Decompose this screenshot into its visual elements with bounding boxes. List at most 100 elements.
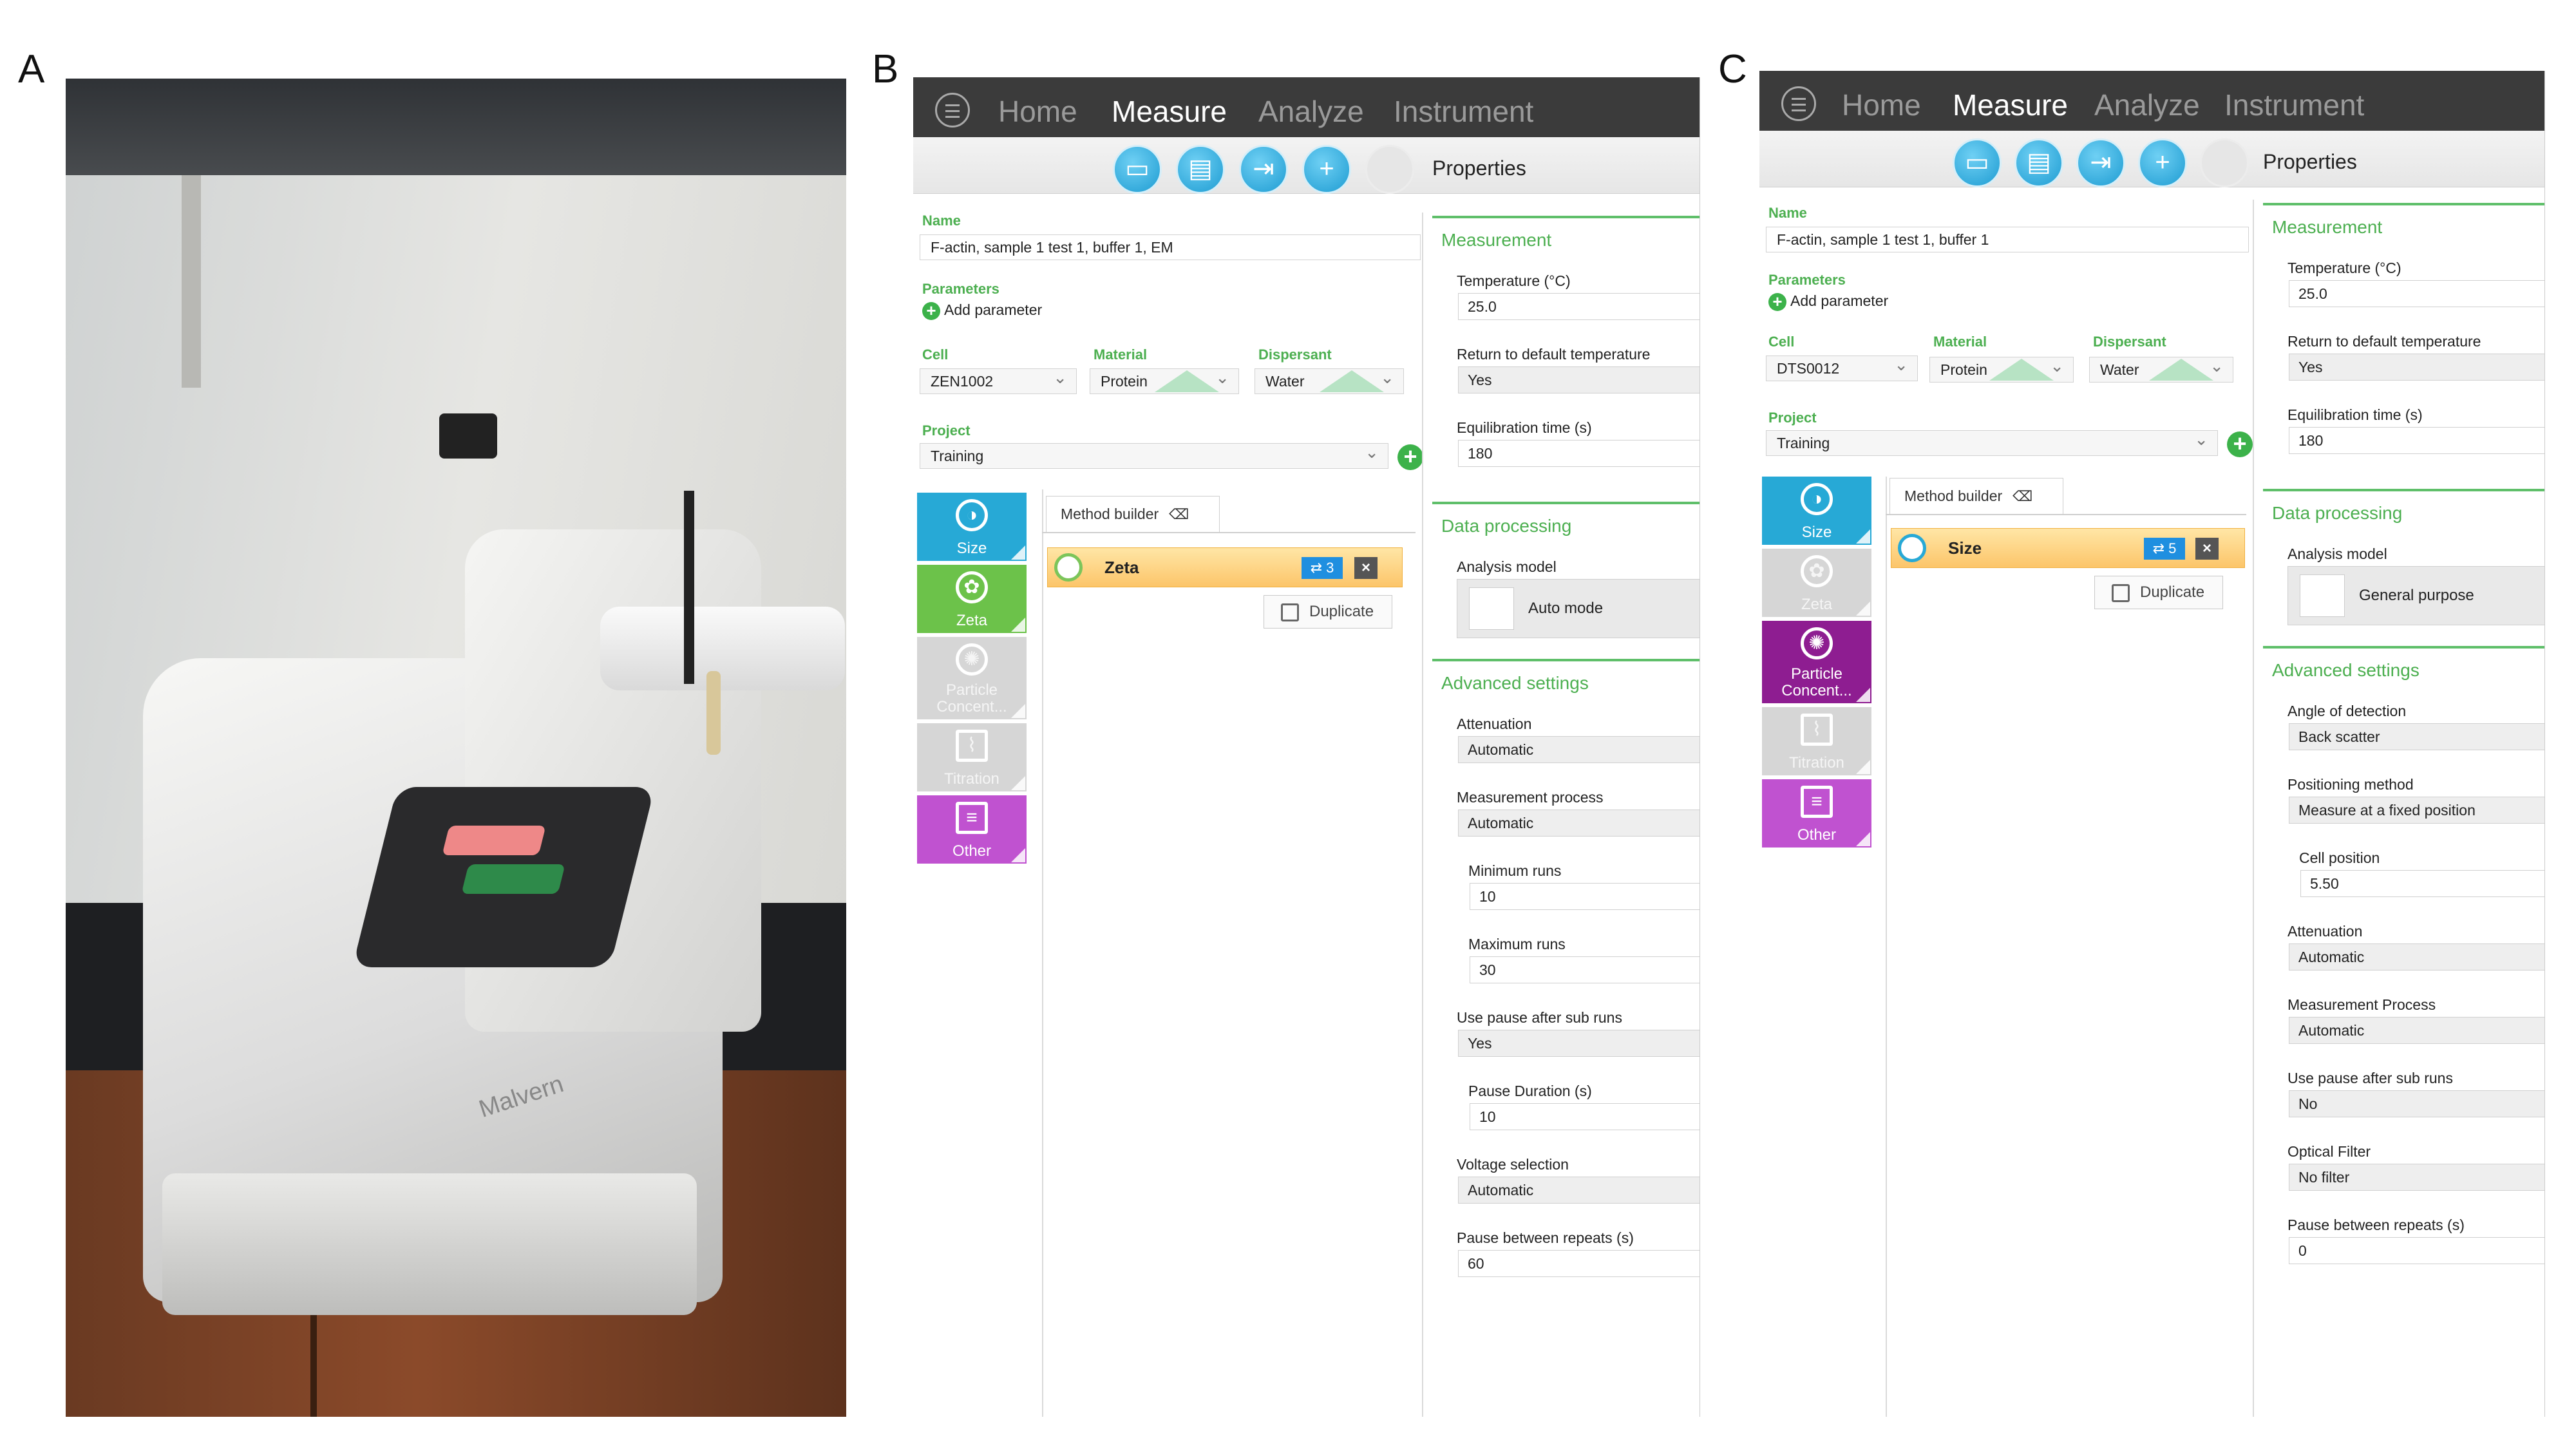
- nav-measure[interactable]: Measure: [1112, 94, 1227, 129]
- export-icon[interactable]: ⇥: [1239, 145, 1288, 194]
- measurement-2-field[interactable]: 180: [2289, 427, 2544, 454]
- hamburger-menu-icon[interactable]: [935, 93, 970, 128]
- save-icon[interactable]: ▤: [2014, 138, 2063, 187]
- nav-home[interactable]: Home: [998, 94, 1077, 129]
- tile-particle-concent[interactable]: ✺ Particle Concent...: [1762, 621, 1871, 703]
- advanced-settings-section-header: Advanced settings: [2263, 646, 2544, 681]
- tile-zeta[interactable]: ✿ Zeta: [917, 565, 1027, 633]
- advanced-2-field[interactable]: 5.50: [2300, 870, 2544, 897]
- method-item-zeta[interactable]: Zeta ⇄ 3 ×: [1047, 547, 1403, 587]
- play-icon[interactable]: [2200, 138, 2249, 187]
- nav-instrument[interactable]: Instrument: [1394, 94, 1533, 129]
- name-field[interactable]: F-actin, sample 1 test 1, buffer 1, EM: [920, 234, 1421, 260]
- material-select[interactable]: Protein: [1090, 365, 1239, 394]
- measurement-1-label: Return to default temperature: [1457, 346, 1651, 363]
- project-label: Project: [922, 422, 971, 439]
- nav-analyze[interactable]: Analyze: [2094, 88, 2200, 122]
- save-icon[interactable]: ▤: [1176, 145, 1225, 194]
- advanced-1-field[interactable]: Automatic: [1458, 810, 1700, 837]
- duplicate-button[interactable]: Duplicate: [1264, 595, 1392, 629]
- advanced-0-field[interactable]: Back scatter: [2289, 723, 2544, 750]
- advanced-4-field[interactable]: Automatic: [2289, 1017, 2544, 1044]
- advanced-0-field[interactable]: Automatic: [1458, 736, 1700, 763]
- properties-panel: Measurement Temperature (°C) 25.0 Return to…: [1432, 216, 1700, 1417]
- advanced-0-label: Angle of detection: [2287, 703, 2407, 719]
- other-icon: ≡: [956, 802, 988, 834]
- tile-label: Size: [1801, 524, 1832, 541]
- tab-underline: [1886, 514, 2246, 515]
- nav-home[interactable]: Home: [1842, 88, 1921, 122]
- nav-measure[interactable]: Measure: [1953, 88, 2068, 122]
- export-icon[interactable]: ⇥: [2076, 138, 2125, 187]
- toolbar: ▭ ▤ ⇥ + Properties: [913, 137, 1700, 194]
- add-parameter-button[interactable]: + Add parameter: [1768, 292, 1888, 311]
- size-icon: ◑: [1801, 483, 1833, 515]
- repeat-count-badge[interactable]: ⇄ 3: [1302, 557, 1343, 579]
- advanced-3-field[interactable]: Automatic: [2289, 943, 2544, 971]
- advanced-7-field[interactable]: 60: [1458, 1250, 1700, 1277]
- measurement-1-field[interactable]: Yes: [2289, 354, 2544, 381]
- clear-icon[interactable]: ⌫: [2012, 488, 2032, 504]
- duplicate-button[interactable]: Duplicate: [2094, 576, 2223, 609]
- photo-sample-lid: [600, 607, 845, 690]
- measurement-1-field[interactable]: Yes: [1458, 366, 1700, 393]
- open-folder-icon[interactable]: ▭: [1113, 145, 1162, 194]
- tile-other[interactable]: ≡ Other: [917, 795, 1027, 864]
- play-icon[interactable]: [1365, 145, 1414, 194]
- measurement-0-field[interactable]: 25.0: [1458, 293, 1700, 320]
- advanced-6-field[interactable]: Automatic: [1458, 1177, 1700, 1204]
- advanced-5-field[interactable]: 10: [1470, 1103, 1700, 1130]
- open-folder-icon[interactable]: ▭: [1953, 138, 2002, 187]
- add-project-icon[interactable]: +: [2227, 431, 2253, 457]
- advanced-6-field[interactable]: No filter: [2289, 1164, 2544, 1191]
- dispersant-value: Water: [1265, 373, 1305, 390]
- tile-titration[interactable]: ⌇ Titration: [917, 723, 1027, 791]
- tile-size[interactable]: ◑ Size: [1762, 477, 1871, 545]
- add-icon[interactable]: +: [2138, 138, 2187, 187]
- advanced-3-field[interactable]: 30: [1470, 956, 1700, 983]
- delete-item-button[interactable]: ×: [1354, 557, 1378, 579]
- tile-zeta[interactable]: ✿ Zeta: [1762, 549, 1871, 617]
- measurement-0-field[interactable]: 25.0: [2289, 280, 2544, 307]
- dispersant-triangle-icon: [2149, 359, 2213, 381]
- tile-titration[interactable]: ⌇ Titration: [1762, 707, 1871, 775]
- repeat-count: 5: [2168, 540, 2177, 556]
- hamburger-menu-icon[interactable]: [1781, 86, 1816, 121]
- dispersant-select[interactable]: Water: [1255, 365, 1404, 394]
- advanced-4-field[interactable]: Yes: [1458, 1030, 1700, 1057]
- photo-electrode-cable: [684, 491, 694, 684]
- project-select[interactable]: Training: [1766, 427, 2218, 456]
- add-parameter-button[interactable]: + Add parameter: [922, 301, 1042, 320]
- tile-size[interactable]: ◑ Size: [917, 493, 1027, 561]
- repeat-count-badge[interactable]: ⇄ 5: [2144, 538, 2185, 560]
- advanced-2-field[interactable]: 10: [1470, 883, 1700, 910]
- material-select[interactable]: Protein: [1929, 354, 2074, 383]
- nav-instrument[interactable]: Instrument: [2224, 88, 2364, 122]
- measurement-2-field[interactable]: 180: [1458, 440, 1700, 467]
- advanced-6-label: Optical Filter: [2287, 1143, 2371, 1160]
- add-project-icon[interactable]: +: [1397, 444, 1423, 470]
- analysis-model-selector[interactable]: General purpose: [2287, 566, 2544, 625]
- dispersant-select[interactable]: Water: [2089, 354, 2233, 383]
- tile-other[interactable]: ≡ Other: [1762, 779, 1871, 848]
- analysis-model-selector[interactable]: Auto mode: [1457, 579, 1700, 638]
- left-divider: [1886, 477, 1887, 1417]
- delete-item-button[interactable]: ×: [2195, 538, 2219, 560]
- advanced-5-label: Pause Duration (s): [1468, 1083, 1592, 1099]
- advanced-1-field[interactable]: Measure at a fixed position: [2289, 797, 2544, 824]
- cell-select[interactable]: ZEN1002: [920, 365, 1077, 394]
- nav-analyze[interactable]: Analyze: [1258, 94, 1364, 129]
- advanced-7-label: Pause between repeats (s): [1457, 1229, 1634, 1246]
- tile-particle-concent[interactable]: ✺ Particle Concent...: [917, 637, 1027, 719]
- method-item-label: Zeta: [1104, 558, 1139, 577]
- cell-select[interactable]: DTS0012: [1766, 352, 1918, 381]
- name-field[interactable]: F-actin, sample 1 test 1, buffer 1: [1766, 227, 2249, 252]
- add-icon[interactable]: +: [1302, 145, 1351, 194]
- clear-icon[interactable]: ⌫: [1169, 506, 1189, 522]
- method-builder-tab[interactable]: Method builder ⌫: [1046, 496, 1220, 532]
- advanced-7-field[interactable]: 0: [2289, 1237, 2544, 1264]
- method-item-size[interactable]: Size ⇄ 5 ×: [1891, 528, 2245, 568]
- project-select[interactable]: Training: [920, 440, 1388, 469]
- method-builder-tab[interactable]: Method builder ⌫: [1889, 478, 2063, 514]
- advanced-5-field[interactable]: No: [2289, 1090, 2544, 1117]
